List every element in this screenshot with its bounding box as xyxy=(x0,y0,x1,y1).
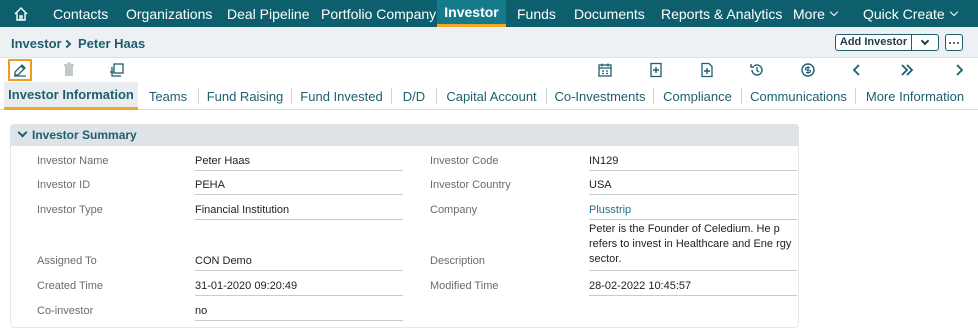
chevron-down-icon xyxy=(949,7,958,16)
nav-reports-analytics[interactable]: Reports & Analytics xyxy=(661,0,782,27)
fast-forward-icon[interactable] xyxy=(897,60,917,80)
add-document-icon[interactable] xyxy=(697,60,717,80)
field-value: Peter Haas xyxy=(195,155,403,171)
field-value: USA xyxy=(589,179,797,195)
field-label: Investor ID xyxy=(37,179,91,191)
history-icon[interactable] xyxy=(747,60,767,80)
tab-capital-account[interactable]: Capital Account xyxy=(437,82,546,110)
field-label: Description xyxy=(430,255,486,267)
field-label: Investor Name xyxy=(37,155,109,167)
add-investor-label[interactable]: Add Investor xyxy=(836,35,912,50)
field-value: CON Demo xyxy=(195,255,403,271)
tab-fund-invested[interactable]: Fund Invested xyxy=(292,82,391,110)
tab-dd[interactable]: D/D xyxy=(392,82,436,110)
breadcrumb xyxy=(0,27,978,58)
investor-summary-title: Investor Summary xyxy=(32,128,137,142)
nav-funds[interactable]: Funds xyxy=(517,0,556,27)
field-label: Investor Code xyxy=(430,155,499,167)
edit-icon[interactable] xyxy=(8,59,32,81)
nav-documents[interactable]: Documents xyxy=(574,0,645,27)
add-investor-dropdown[interactable] xyxy=(912,35,938,50)
top-navigation: Contacts Organizations Deal Pipeline Por… xyxy=(0,0,978,27)
tab-co-investments[interactable]: Co-Investments xyxy=(547,82,653,110)
nav-investor[interactable]: Investor xyxy=(437,0,506,27)
tab-more-information[interactable]: More Information xyxy=(856,82,974,110)
nav-organizations[interactable]: Organizations xyxy=(126,0,212,27)
add-investor-button[interactable]: Add Investor xyxy=(835,34,939,51)
nav-deal-pipeline[interactable]: Deal Pipeline xyxy=(227,0,310,27)
field-label: Company xyxy=(430,204,478,216)
home-icon[interactable] xyxy=(0,0,41,27)
ellipsis-icon xyxy=(949,41,951,44)
tab-compliance[interactable]: Compliance xyxy=(654,82,741,110)
nav-portfolio-company[interactable]: Portfolio Company xyxy=(321,0,436,27)
field-value: Financial Institution xyxy=(195,204,403,220)
field-value: no xyxy=(195,305,403,321)
nav-quick-create-label: Quick Create xyxy=(863,5,945,22)
tab-communications[interactable]: Communications xyxy=(742,82,855,110)
calendar-icon[interactable] xyxy=(595,60,615,80)
description-value: Peter is the Founder of Celedium. He p r… xyxy=(589,222,797,271)
field-label: Modified Time xyxy=(430,280,499,292)
nav-more-label: More xyxy=(793,5,825,22)
tab-fund-raising[interactable]: Fund Raising xyxy=(199,82,291,110)
field-value: IN129 xyxy=(589,155,797,171)
field-value: PEHA xyxy=(195,179,403,195)
breadcrumb-module[interactable]: Investor xyxy=(11,36,62,51)
field-label: Investor Country xyxy=(430,179,511,191)
chevron-down-icon xyxy=(920,36,930,46)
chevron-down-icon xyxy=(829,7,839,16)
nav-contacts[interactable]: Contacts xyxy=(53,0,108,27)
next-icon[interactable] xyxy=(949,60,969,80)
previous-icon[interactable] xyxy=(847,60,867,80)
company-link[interactable]: Plusstrip xyxy=(589,204,797,220)
field-label: Co-investor xyxy=(37,305,94,317)
tab-investor-information[interactable]: Investor Information xyxy=(4,82,138,110)
tab-teams[interactable]: Teams xyxy=(138,82,198,110)
field-value: 28-02-2022 10:45:57 xyxy=(589,280,797,296)
field-label: Assigned To xyxy=(37,255,97,267)
currency-icon[interactable] xyxy=(798,60,818,80)
page-title: Peter Haas xyxy=(78,36,146,51)
nav-quick-create[interactable]: Quick Create xyxy=(863,0,958,27)
field-label: Created Time xyxy=(37,280,104,292)
field-value: 31-01-2020 09:20:49 xyxy=(195,280,403,296)
trash-icon[interactable] xyxy=(59,60,79,80)
field-label: Investor Type xyxy=(37,204,103,216)
duplicate-icon[interactable] xyxy=(107,60,127,80)
nav-more[interactable]: More xyxy=(793,0,839,27)
add-note-icon[interactable] xyxy=(646,60,666,80)
more-actions-button[interactable] xyxy=(945,34,963,51)
